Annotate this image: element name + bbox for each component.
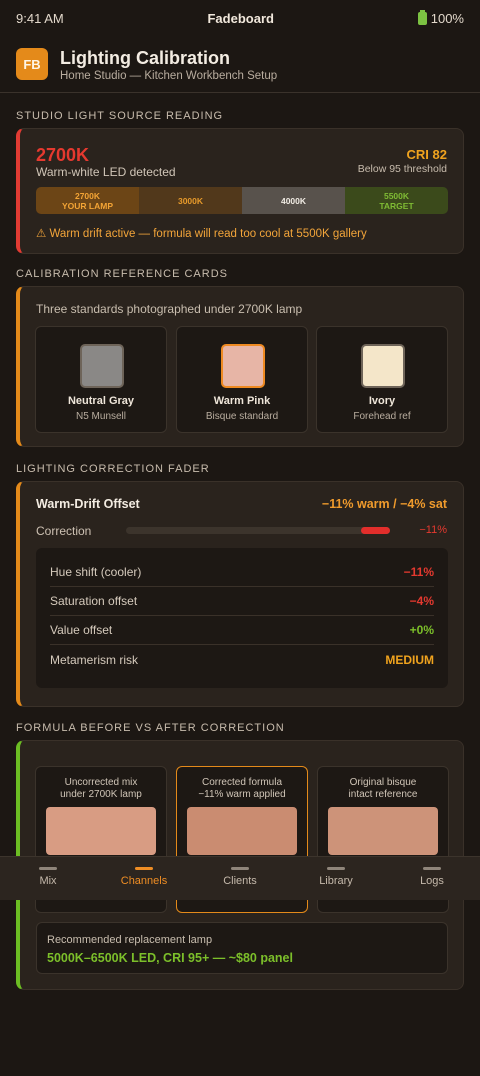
reference-intro: Three standards photographed under 2700K… [36, 302, 303, 316]
temp-segment-3000k: 3000K [139, 187, 242, 214]
page-header: FB Lighting Calibration Home Studio — Ki… [0, 36, 480, 93]
tab-indicator-icon [135, 867, 153, 870]
tab-label: Channels [120, 875, 168, 887]
temp-segment-5500k: 5500K TARGET [345, 187, 448, 214]
cri-note: Below 95 threshold [357, 163, 447, 175]
temp-segment-value: 4000K [280, 195, 307, 206]
swatch-name: Warm Pink [213, 395, 271, 407]
status-app-name: Fadeboard [207, 10, 274, 26]
tab-indicator-icon [39, 867, 57, 870]
formula-caption: Corrected formula −11% warm applied [177, 777, 307, 801]
swatch-name: Neutral Gray [67, 395, 135, 407]
metric-label: Saturation offset [50, 594, 138, 608]
lamp-value: 5000K–6500K LED, CRI 95+ — ~$80 panel [47, 951, 293, 965]
warm-drift-warning: ⚠ Warm drift active — formula will read … [36, 228, 367, 240]
formula-caption-line: Corrected formula [201, 777, 283, 788]
metric-label: Hue shift (cooler) [50, 565, 142, 579]
tab-indicator-icon [231, 867, 249, 870]
metric-row-metamerism: Metamerism risk MEDIUM [50, 645, 434, 674]
correction-slider-fill [361, 527, 390, 534]
tab-label: Mix [39, 875, 57, 887]
cri-value: CRI 82 [406, 147, 447, 162]
status-time: 9:41 AM [16, 10, 64, 26]
formula-caption-line: −11% warm applied [198, 789, 286, 800]
tab-label: Library [319, 875, 353, 887]
tab-label: Clients [223, 875, 257, 887]
swatch-name: Ivory [368, 395, 396, 407]
tab-library[interactable]: Library [288, 857, 384, 900]
formula-swatch [328, 807, 438, 855]
bottom-tab-bar: Mix Channels Clients Library Logs [0, 856, 480, 900]
section-label-light-source: STUDIO LIGHT SOURCE READING [16, 110, 224, 122]
tab-mix[interactable]: Mix [0, 857, 96, 900]
lamp-label: Recommended replacement lamp [47, 934, 213, 946]
tab-channels[interactable]: Channels [96, 857, 192, 900]
temp-segment-4000k: 4000K [242, 187, 345, 214]
page-title: Lighting Calibration [60, 48, 230, 68]
metric-label: Value offset [50, 623, 113, 637]
metric-label: Metamerism risk [50, 652, 139, 667]
swatch-subtitle: N5 Munsell [75, 411, 127, 422]
fader-title: Warm-Drift Offset [36, 497, 140, 511]
kelvin-reading: 2700K [36, 145, 90, 165]
metric-row-saturation: Saturation offset −4% [50, 587, 434, 616]
metric-value: −4% [409, 594, 434, 608]
correction-fader-card: Warm-Drift Offset −11% warm / −4% sat Co… [16, 481, 464, 707]
formula-caption-line: intact reference [348, 789, 418, 800]
temp-segment-value: 3000K [177, 195, 204, 206]
battery-indicator: 100% [417, 9, 464, 26]
formula-swatch [46, 807, 156, 855]
metric-value: −11% [403, 565, 434, 579]
color-temperature-scale: 2700K YOUR LAMP 3000K 4000K 5500K TARGET [36, 187, 448, 214]
formula-caption-line: Uncorrected mix [64, 777, 138, 788]
section-label-reference: CALIBRATION REFERENCE CARDS [16, 268, 228, 280]
section-label-fader: LIGHTING CORRECTION FADER [16, 463, 210, 475]
formula-swatch [187, 807, 297, 855]
header-text: Lighting Calibration Home Studio — Kitch… [60, 48, 277, 82]
swatch-subtitle: Bisque standard [205, 411, 279, 422]
reference-card-panel: Three standards photographed under 2700K… [16, 286, 464, 447]
metric-value: MEDIUM [385, 652, 434, 667]
formula-caption-line: Original bisque [349, 777, 417, 788]
status-bar: 9:41 AM Fadeboard 100% [0, 0, 480, 36]
correction-slider[interactable] [126, 527, 390, 534]
metric-row-hue-shift: Hue shift (cooler) −11% [50, 558, 434, 587]
temp-segment-tag: TARGET [379, 200, 414, 211]
reference-card-warm-pink[interactable]: Warm Pink Bisque standard [176, 326, 308, 433]
tab-label: Logs [420, 875, 444, 887]
correction-metrics: Hue shift (cooler) −11% Saturation offse… [36, 548, 448, 688]
battery-level: 100% [430, 10, 464, 26]
tab-indicator-icon [327, 867, 345, 870]
metric-row-value-offset: Value offset +0% [50, 616, 434, 645]
fader-summary: −11% warm / −4% sat [321, 497, 447, 511]
swatch-color [80, 344, 124, 388]
formula-caption: Original bisque intact reference [318, 777, 448, 801]
reference-card-neutral-gray[interactable]: Neutral Gray N5 Munsell [35, 326, 167, 433]
temp-segment-2700k: 2700K YOUR LAMP [36, 187, 139, 214]
reference-card-ivory[interactable]: Ivory Forehead ref [316, 326, 448, 433]
section-label-formula: FORMULA BEFORE VS AFTER CORRECTION [16, 722, 285, 734]
temp-segment-value: 5500K [383, 190, 410, 201]
correction-label: Correction [36, 524, 92, 538]
replacement-lamp-recommendation: Recommended replacement lamp 5000K–6500K… [36, 922, 448, 974]
metric-value: +0% [409, 623, 434, 637]
led-description: Warm-white LED detected [36, 165, 176, 179]
temp-segment-value: 2700K [74, 190, 101, 201]
app-logo[interactable]: FB [16, 48, 48, 80]
tab-clients[interactable]: Clients [192, 857, 288, 900]
swatch-color [361, 344, 405, 388]
swatch-subtitle: Forehead ref [353, 411, 411, 422]
page-subtitle: Home Studio — Kitchen Workbench Setup [60, 70, 278, 82]
formula-caption-line: under 2700K lamp [60, 789, 142, 800]
formula-caption: Uncorrected mix under 2700K lamp [36, 777, 166, 801]
correction-value: −11% [419, 524, 447, 536]
light-source-card: 2700K Warm-white LED detected CRI 82 Bel… [16, 128, 464, 254]
tab-logs[interactable]: Logs [384, 857, 480, 900]
tab-indicator-icon [423, 867, 441, 870]
temp-segment-tag: YOUR LAMP [62, 200, 113, 211]
battery-icon [417, 9, 427, 25]
swatch-color [221, 344, 265, 388]
